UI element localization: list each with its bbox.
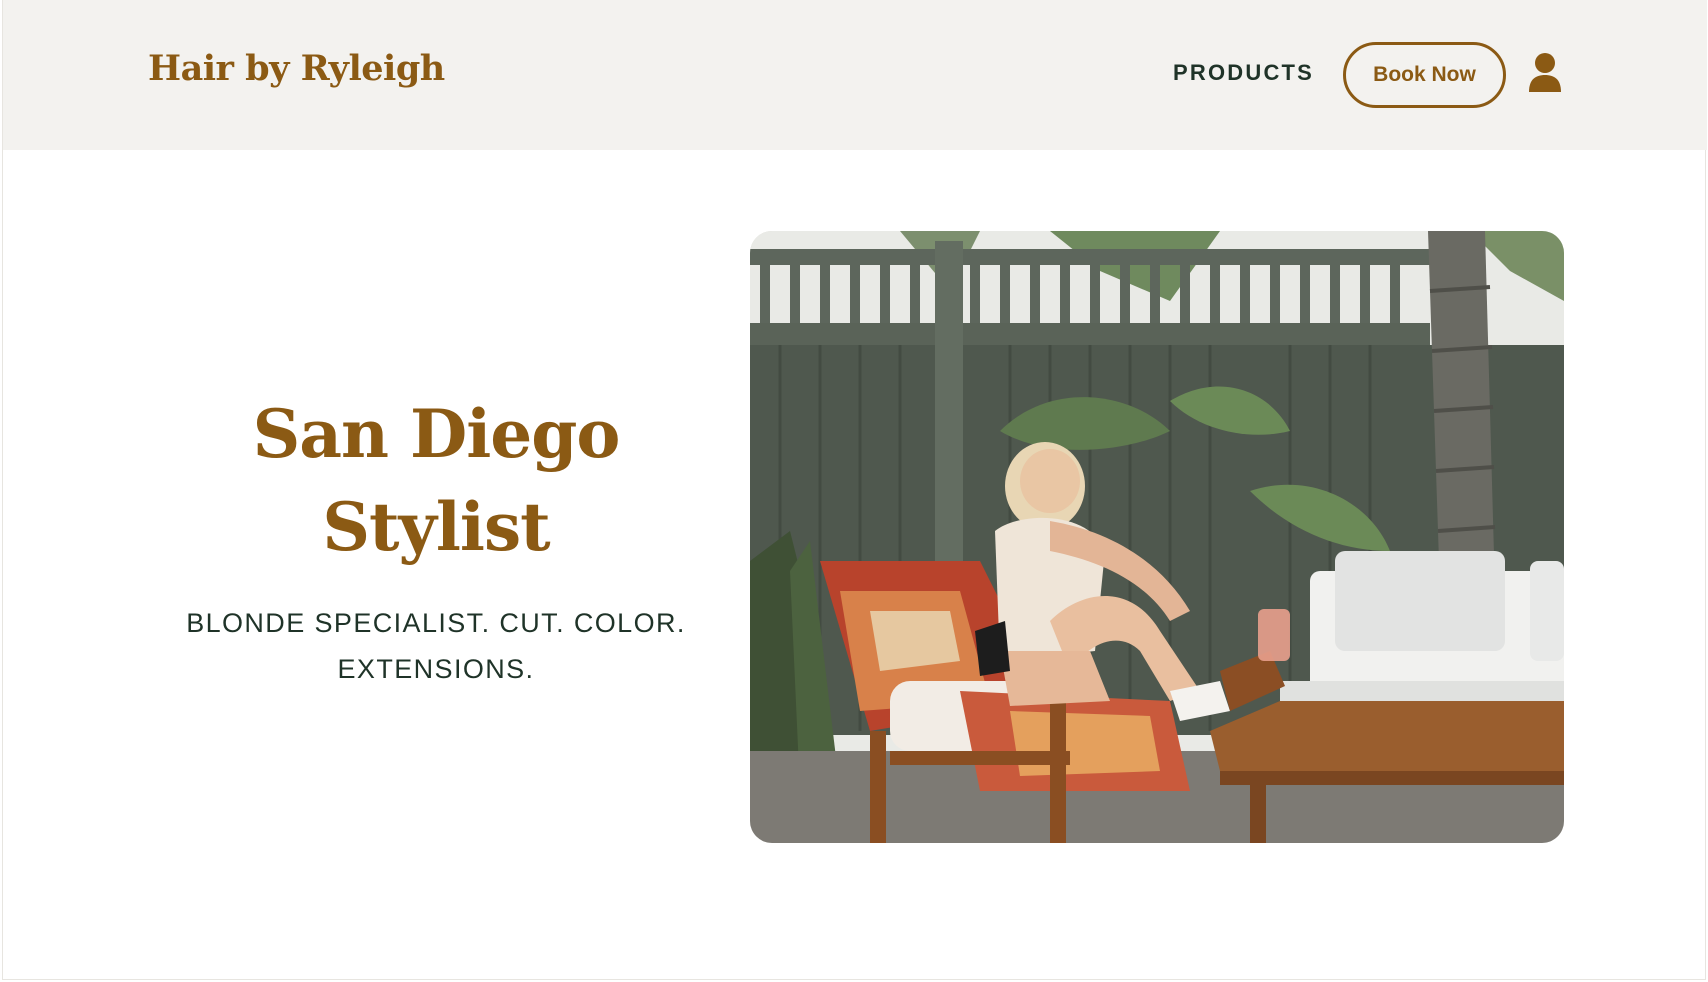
- hero-title-line-2: Stylist: [322, 488, 550, 566]
- hero-subtitle-line-2: EXTENSIONS.: [337, 654, 535, 684]
- hero-subtitle: BLONDE SPECIALIST. CUT. COLOR. EXTENSION…: [153, 600, 719, 692]
- hero-title-line-1: San Diego: [252, 395, 621, 473]
- hero-photo-illustration: [750, 231, 1564, 843]
- site-header: Hair by Ryleigh PRODUCTS Book Now: [3, 0, 1707, 150]
- hero-subtitle-line-1: BLONDE SPECIALIST. CUT. COLOR.: [186, 608, 686, 638]
- page: Hair by Ryleigh PRODUCTS Book Now San Di…: [2, 0, 1707, 980]
- hero-photo: [750, 231, 1564, 843]
- site-logo[interactable]: Hair by Ryleigh: [148, 48, 445, 89]
- user-icon[interactable]: [1527, 52, 1563, 94]
- book-now-button[interactable]: Book Now: [1343, 42, 1506, 108]
- hero-title: San Diego Stylist: [153, 388, 719, 574]
- nav-products-link[interactable]: PRODUCTS: [1173, 60, 1314, 86]
